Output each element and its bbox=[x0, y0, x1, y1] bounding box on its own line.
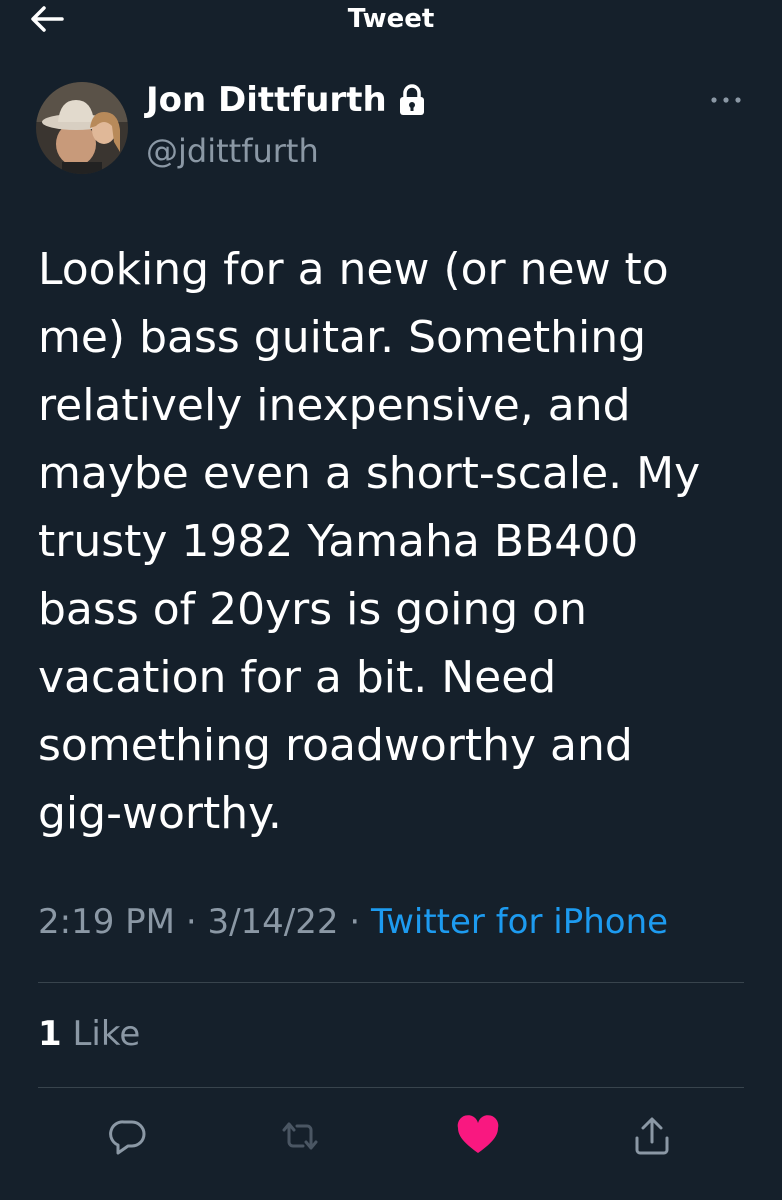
tweet-line: maybe even a short-scale. My bbox=[38, 448, 701, 499]
retweet-button[interactable] bbox=[276, 1112, 324, 1160]
top-bar: Tweet bbox=[0, 0, 782, 40]
likes-label: Like bbox=[72, 1014, 141, 1054]
tweet-line: gig-worthy. bbox=[38, 788, 282, 839]
reply-button[interactable] bbox=[104, 1112, 152, 1160]
tweet-line: trusty 1982 Yamaha BB400 bbox=[38, 516, 639, 567]
more-options-icon[interactable] bbox=[706, 90, 746, 110]
reply-icon bbox=[109, 1120, 146, 1155]
author-handle[interactable]: @jdittfurth bbox=[146, 132, 319, 170]
tweet-line: me) bass guitar. Something bbox=[38, 312, 647, 363]
divider bbox=[38, 982, 744, 983]
meta-separator: · bbox=[349, 902, 361, 942]
tweet-line: something roadworthy and bbox=[38, 720, 633, 771]
likes-count[interactable]: 1 Like bbox=[38, 1014, 140, 1054]
tweet-line: Looking for a new (or new to bbox=[38, 244, 669, 295]
retweet-icon bbox=[282, 1122, 318, 1150]
tweet-line: bass of 20yrs is going on bbox=[38, 584, 587, 635]
page-title: Tweet bbox=[347, 4, 435, 34]
likes-number: 1 bbox=[38, 1014, 62, 1054]
meta-separator: · bbox=[185, 902, 197, 942]
tweet-metadata: 2:19 PM · 3/14/22 · Twitter for iPhone bbox=[38, 902, 668, 942]
avatar[interactable] bbox=[36, 82, 128, 174]
author-name[interactable]: Jon Dittfurth bbox=[146, 80, 387, 120]
author-name-row[interactable]: Jon Dittfurth bbox=[146, 80, 427, 120]
share-icon bbox=[635, 1117, 669, 1155]
tweet-source-link[interactable]: Twitter for iPhone bbox=[371, 902, 668, 942]
tweet-line: relatively inexpensive, and bbox=[38, 380, 631, 431]
tweet-line: vacation for a bit. Need bbox=[38, 652, 557, 703]
share-button[interactable] bbox=[628, 1112, 676, 1160]
tweet-text: Looking for a new (or new to me) bass gu… bbox=[38, 236, 758, 848]
heart-icon bbox=[457, 1115, 499, 1153]
tweet-time[interactable]: 2:19 PM bbox=[38, 902, 175, 942]
lock-icon bbox=[397, 83, 427, 117]
tweet-date[interactable]: 3/14/22 bbox=[207, 902, 338, 942]
divider bbox=[38, 1087, 744, 1088]
like-button[interactable] bbox=[454, 1112, 502, 1160]
